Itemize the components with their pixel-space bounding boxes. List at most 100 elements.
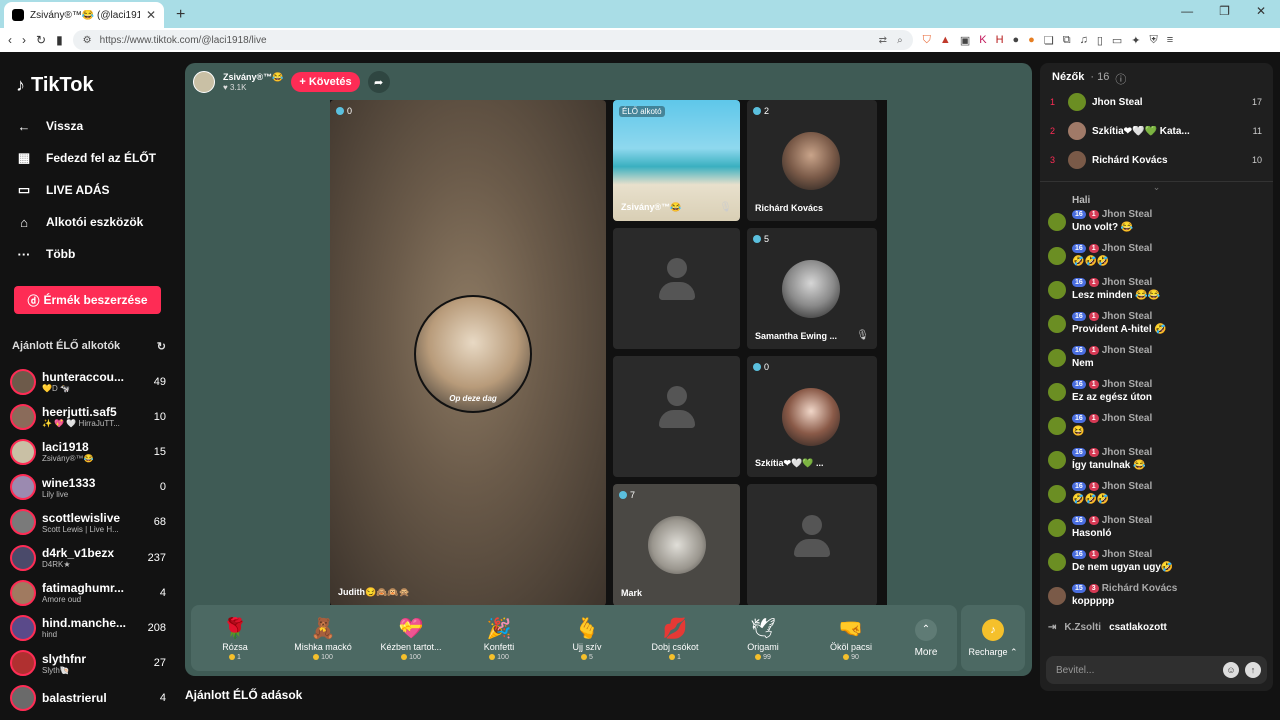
gift-item[interactable]: 💋 Dobj csókot 1 [631,616,719,661]
guest-name: Judith😏🙈🙉🙊 [338,587,410,597]
puzzle-icon[interactable]: ▣ [960,34,970,47]
nav-go-live[interactable]: ▭ LIVE ADÁS [16,174,166,206]
sidebar-icon[interactable]: ▯ [1097,34,1103,47]
nav-explore-live[interactable]: ▦ Fedezd fel az ÉLŐT [16,142,166,174]
guest-tile-richard[interactable]: 2 Richárd Kovács [747,100,877,221]
recommended-creator[interactable]: balastrierul 4 [10,681,166,716]
chat-message[interactable]: 16 1 Jhon Steal Így tanulnak 😂 [1048,447,1266,481]
recharge-button[interactable]: ♪ Recharge ⌃ [961,605,1025,671]
nav-creator-tools[interactable]: ⌂ Alkotói eszközök [16,206,166,238]
follow-button[interactable]: + Követés [291,72,360,92]
nav-back[interactable]: ← Vissza [16,110,166,142]
avatar [1048,553,1066,571]
recommended-creator[interactable]: laci1918 Zsivány®™😂 15 [10,434,166,469]
empty-seat-tile[interactable] [747,484,877,606]
sparkle-icon[interactable]: ✦ [1131,34,1140,47]
refresh-icon[interactable]: ↻ [157,340,166,353]
empty-seat-tile[interactable] [613,228,740,349]
url-field[interactable]: ⚙ https://www.tiktok.com/@laci1918/live … [72,30,913,50]
zoom-icon[interactable]: ⌕ [897,35,903,46]
recommended-creator[interactable]: heerjutti.saf5 ✨ 💖 🤍 HirraJuTT... 10 [10,399,166,434]
chat-message[interactable]: 16 1 Jhon Steal Uno volt? 😂 [1048,209,1266,243]
gift-item[interactable]: 🤜 Ököl pacsi 90 [807,616,895,661]
get-coins-button[interactable]: ⓓ Érmék beszerzése [14,286,161,314]
circle-icon[interactable]: ● [1013,34,1020,47]
recommended-creator[interactable]: wine1333 Lily live 0 [10,470,166,505]
new-tab-button[interactable]: + [176,6,185,24]
top-viewer[interactable]: 3 Richárd Kovács 10 [1050,149,1262,171]
emoji-icon[interactable]: ☺ [1223,662,1239,678]
guest-tile-samantha[interactable]: 5 Samantha Ewing ... 🎙 [747,228,877,349]
joined-username[interactable]: K.Zsolti [1064,622,1101,633]
host-avatar[interactable] [193,71,215,93]
guest-tile-main[interactable]: 0 Op deze dag Judith😏🙈🙉🙊 [330,100,606,606]
info-icon[interactable]: ⓘ [1115,71,1126,87]
hls-icon[interactable]: H [996,34,1004,47]
color-icon[interactable]: ● [1028,34,1035,47]
tiktok-logo[interactable]: ♪ TikTok [16,74,94,97]
forward-icon[interactable]: › [22,33,26,47]
guest-tile-host[interactable]: ÉLŐ alkotó Zsivány®™😂 🎙 [613,100,740,221]
shield-icon[interactable]: ⛉ [923,34,931,47]
bookmark-icon[interactable]: ▮ [56,33,63,47]
chat-input[interactable] [1056,664,1217,676]
restore-icon[interactable]: ❐ [1219,4,1230,18]
triangle-icon[interactable]: ▲ [940,34,951,47]
guest-tile-mark[interactable]: 7 Mark [613,484,740,606]
recommended-creator[interactable]: hunteraccou... 💛D 🐄 49 [10,364,166,399]
recommended-creator[interactable]: fatimaghumr... Amore oud 4 [10,575,166,610]
recommended-creator[interactable]: slythfnr Slyth🐚 27 [10,646,166,681]
browser-tab[interactable]: Zsivány®™😂 (@laci1918) ÉLŐ ✕ [4,2,164,28]
avatar [10,650,36,677]
chat-message[interactable]: 16 1 Jhon Steal 🤣🤣🤣 [1048,243,1266,277]
gift-item[interactable]: 🧸 Mishka mackó 100 [279,616,367,661]
guest-tile-szkitia[interactable]: 0 Szkítia❤🤍💚 ... [747,356,877,477]
more-gifts-button[interactable]: ⌃ More [895,618,957,658]
copy-icon[interactable]: ❏ [1044,34,1054,47]
chat-message[interactable]: 16 1 Jhon Steal De nem ugyan ugy🤣 [1048,549,1266,583]
vpn-icon[interactable]: ⛨ [1150,34,1158,47]
chat-message[interactable]: 16 1 Jhon Steal Lesz minden 😂😂 [1048,277,1266,311]
chat-message[interactable]: 15 3 Richárd Kovács koppppp [1048,583,1266,617]
fan-badge: 1 [1088,210,1099,219]
level-badge: 16 [1072,244,1086,253]
chat-message[interactable]: 16 1 Jhon Steal Ez az egész úton [1048,379,1266,413]
send-icon[interactable]: ↑ [1245,662,1261,678]
expand-viewers-icon[interactable]: ⌄ [1040,181,1273,193]
gift-item[interactable]: 🎉 Konfetti 100 [455,616,543,661]
chat-message[interactable]: 16 1 Jhon Steal Provident A-hitel 🤣 [1048,311,1266,345]
chat-message[interactable]: 16 1 Jhon Steal Hasonló [1048,515,1266,549]
share-icon[interactable]: ➦ [367,71,390,93]
close-tab-icon[interactable]: ✕ [146,8,156,22]
chat-message[interactable]: 16 1 Jhon Steal Nem [1048,345,1266,379]
gift-item[interactable]: 🌹 Rózsa 1 [191,616,279,661]
nav-more[interactable]: ··· Több [16,238,166,270]
back-icon[interactable]: ‹ [8,33,12,47]
music-icon[interactable]: ♫ [1080,34,1088,47]
recommended-creator[interactable]: hind.manche... hind 208 [10,610,166,645]
site-info-icon[interactable]: ⚙ [83,35,92,46]
gift-item[interactable]: 🕊 Origami 99 [719,616,807,661]
top-viewer[interactable]: 1 Jhon Steal 17 [1050,91,1262,113]
coin-icon [669,654,676,660]
minimize-icon[interactable]: — [1181,4,1193,18]
empty-seat-tile[interactable] [613,356,740,477]
gift-item[interactable]: 💝 Kézben tartot... 100 [367,616,455,661]
close-window-icon[interactable]: ✕ [1256,4,1266,18]
chat-message[interactable]: 16 1 Jhon Steal 😆 [1048,413,1266,447]
host-info[interactable]: Zsivány®™😂 ♥ 3.1K [223,72,283,92]
level-badge: 16 [1072,312,1086,321]
avatar [1048,383,1066,401]
sidebar-nav: ← Vissza ▦ Fedezd fel az ÉLŐT ▭ LIVE ADÁ… [16,110,166,270]
wallet-icon[interactable]: ▭ [1112,34,1122,47]
gift-item[interactable]: 🫰 Ujj szív 5 [543,616,631,661]
reload-icon[interactable]: ↻ [36,33,46,47]
capture-icon[interactable]: ⧉ [1063,34,1071,47]
menu-icon[interactable]: ≡ [1167,34,1173,47]
chat-message[interactable]: 16 1 Jhon Steal 🤣🤣🤣 [1048,481,1266,515]
recommended-creator[interactable]: d4rk_v1bezx D4RK★ 237 [10,540,166,575]
translate-icon[interactable]: ⇄ [879,35,887,46]
k-icon[interactable]: K [979,34,986,47]
recommended-creator[interactable]: scottlewislive Scott Lewis | Live H... 68 [10,505,166,540]
top-viewer[interactable]: 2 Szkítia❤🤍💚 Kata... 11 [1050,120,1262,142]
